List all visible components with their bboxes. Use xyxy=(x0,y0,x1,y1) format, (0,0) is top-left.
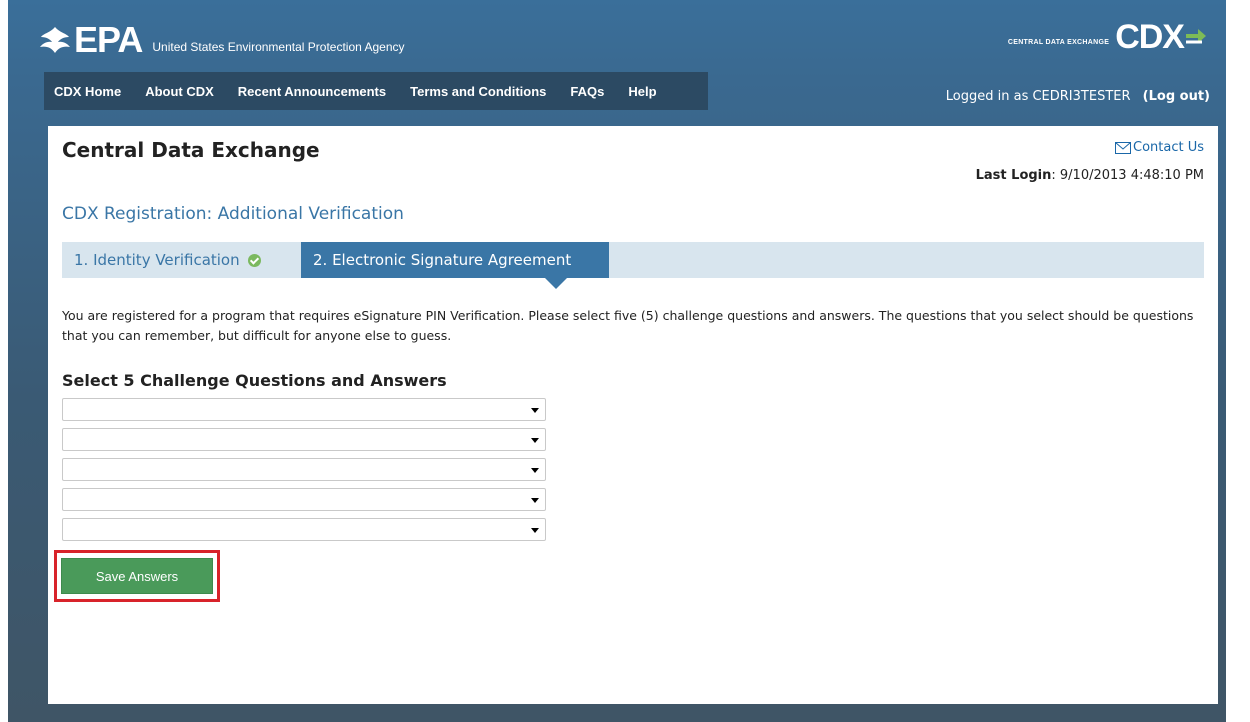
challenge-question-select-5[interactable] xyxy=(62,518,546,541)
caret-down-icon xyxy=(531,468,539,473)
challenge-question-select-4[interactable] xyxy=(62,488,546,511)
envelope-icon xyxy=(1115,141,1131,154)
active-step-pointer xyxy=(545,278,567,289)
logged-in-text: Logged in as CEDRI3TESTER xyxy=(945,89,1131,104)
cdx-arrow-icon xyxy=(1186,29,1206,44)
intro-text: You are registered for a program that re… xyxy=(62,308,1194,343)
cdx-logo-text: CDX xyxy=(1115,18,1185,56)
main-nav: CDX Home About CDX Recent Announcements … xyxy=(44,72,708,110)
nav-terms-and-conditions[interactable]: Terms and Conditions xyxy=(410,84,546,99)
caret-down-icon xyxy=(531,438,539,443)
step-identity-verification[interactable]: 1. Identity Verification xyxy=(74,242,261,278)
step-electronic-signature-agreement[interactable]: 2. Electronic Signature Agreement xyxy=(301,242,609,278)
nav-recent-announcements[interactable]: Recent Announcements xyxy=(238,84,386,99)
caret-down-icon xyxy=(531,408,539,413)
nav-cdx-home[interactable]: CDX Home xyxy=(54,84,121,99)
nav-help[interactable]: Help xyxy=(628,84,656,99)
save-answers-button[interactable]: Save Answers xyxy=(61,558,213,594)
nav-faqs[interactable]: FAQs xyxy=(570,84,604,99)
check-circle-icon xyxy=(247,253,261,267)
challenge-question-select-1[interactable] xyxy=(62,398,546,421)
epa-flower-icon xyxy=(40,27,70,53)
contact-us-link[interactable]: Contact Us xyxy=(1115,140,1204,155)
content-panel: Central Data Exchange Contact Us Last Lo… xyxy=(48,126,1218,704)
challenge-question-select-3[interactable] xyxy=(62,458,546,481)
cdx-logo: CENTRAL DATA EXCHANGE CDX xyxy=(1008,20,1208,54)
nav-about-cdx[interactable]: About CDX xyxy=(145,84,214,99)
login-info: Logged in as CEDRI3TESTER (Log out) xyxy=(946,89,1210,104)
cdx-tagline: CENTRAL DATA EXCHANGE xyxy=(1007,38,1110,46)
caret-down-icon xyxy=(531,528,539,533)
challenge-question-select-2[interactable] xyxy=(62,428,546,451)
page-title: Central Data Exchange xyxy=(62,138,320,162)
last-login-value: : 9/10/2013 4:48:10 PM xyxy=(1051,168,1204,183)
step-indicator: 1. Identity Verification 2. Electronic S… xyxy=(62,242,1204,278)
page-frame: EPA United States Environmental Protecti… xyxy=(8,0,1226,722)
last-login-label: Last Login xyxy=(975,168,1052,183)
epa-logo[interactable]: EPA United States Environmental Protecti… xyxy=(38,18,405,58)
logout-link[interactable]: (Log out) xyxy=(1143,89,1210,104)
epa-logo-mark: EPA xyxy=(38,19,143,60)
step-1-label: 1. Identity Verification xyxy=(74,251,240,269)
epa-logo-text: EPA xyxy=(74,19,143,60)
registration-title: CDX Registration: Additional Verificatio… xyxy=(62,204,404,224)
contact-us-label: Contact Us xyxy=(1133,140,1204,155)
questions-heading: Select 5 Challenge Questions and Answers xyxy=(62,371,447,390)
caret-down-icon xyxy=(531,498,539,503)
agency-name: United States Environmental Protection A… xyxy=(152,40,405,54)
last-login: Last Login: 9/10/2013 4:48:10 PM xyxy=(976,168,1204,183)
challenge-question-list xyxy=(62,398,546,548)
